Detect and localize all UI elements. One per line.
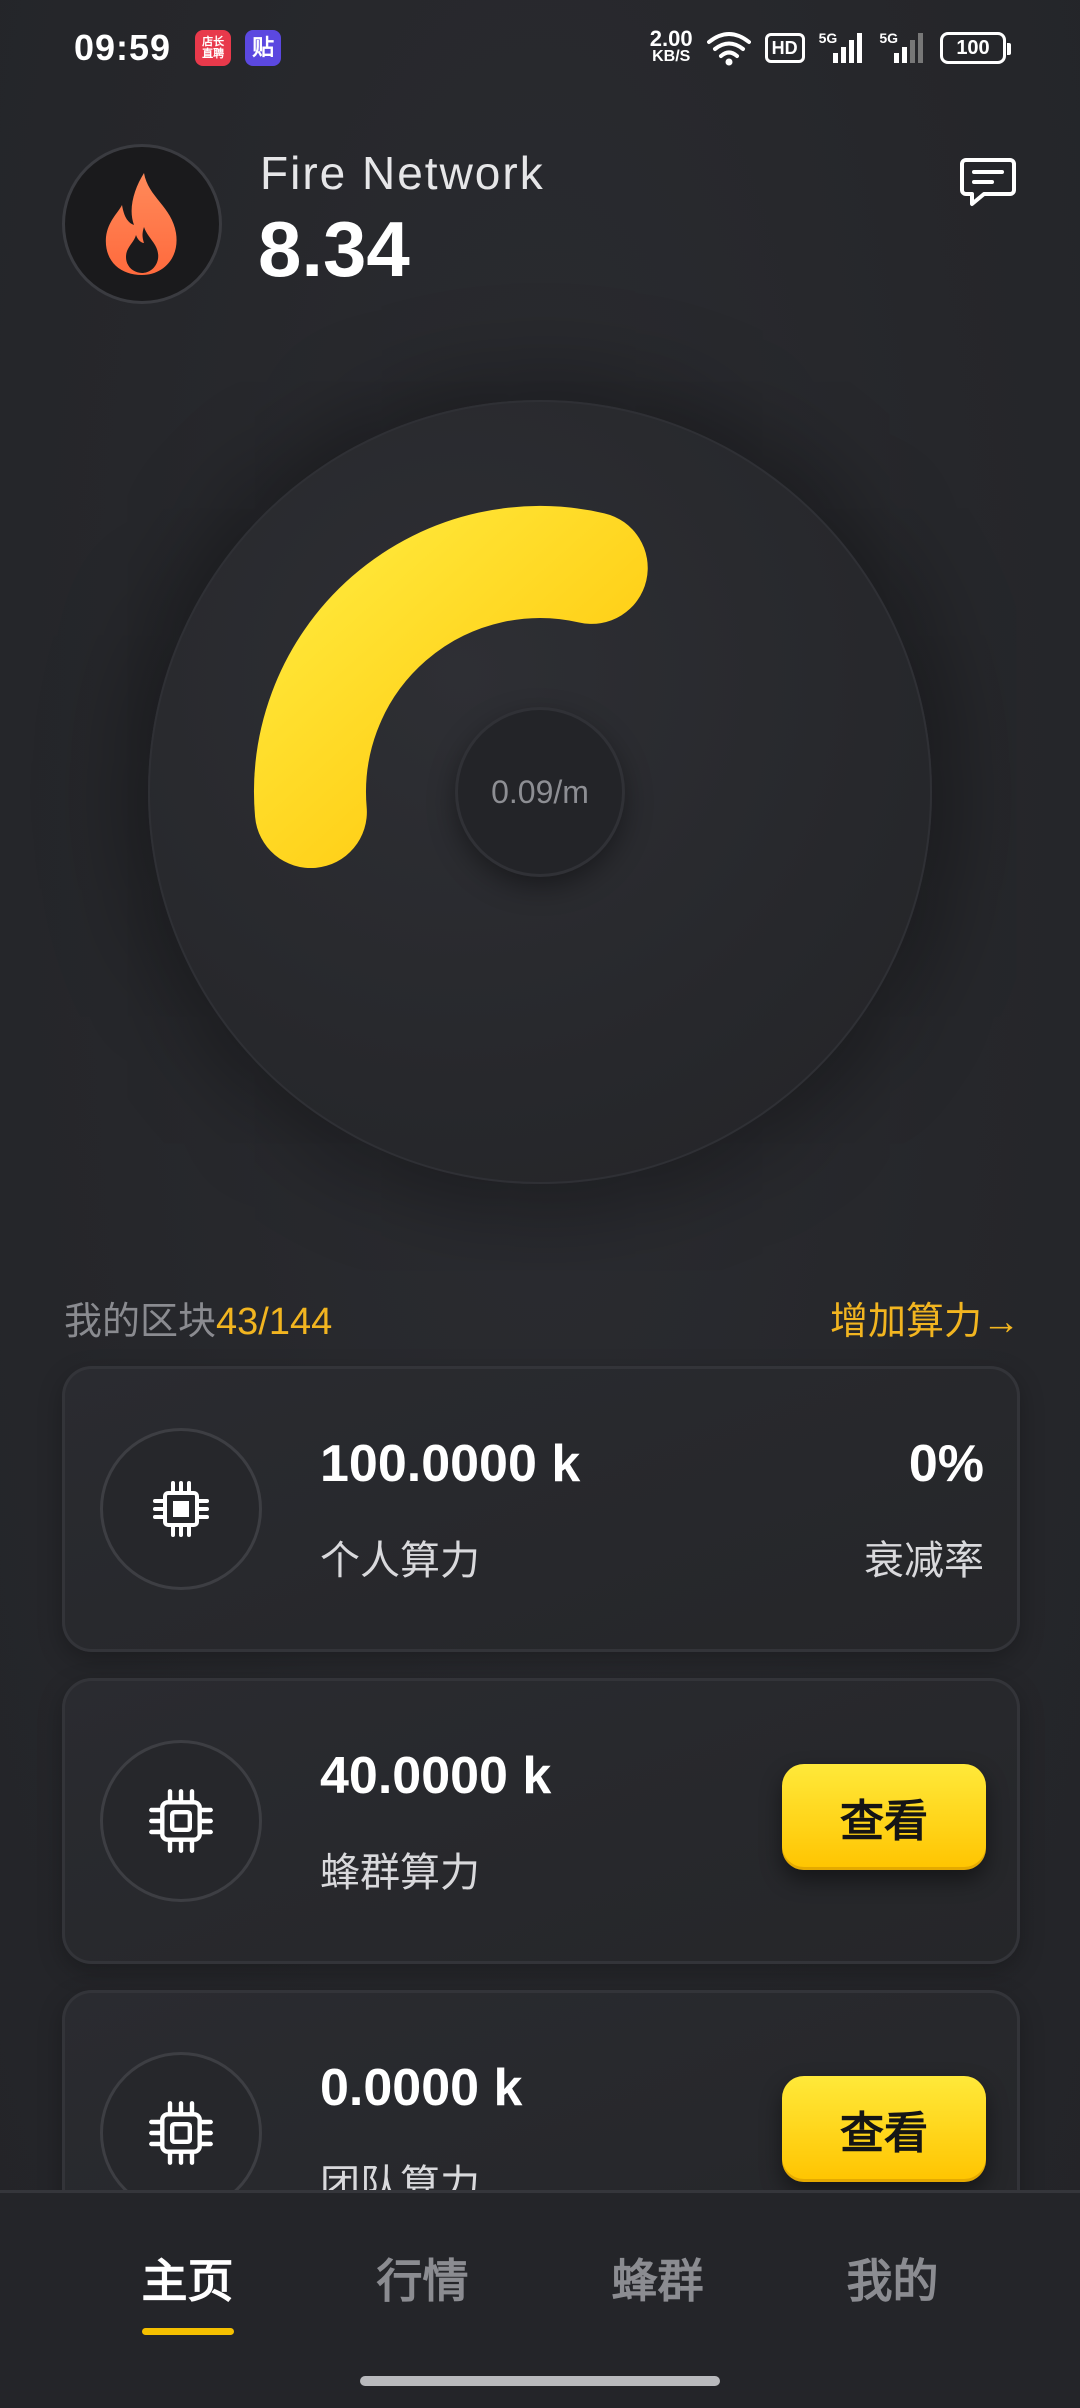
home-indicator[interactable]	[360, 2376, 720, 2386]
net-speed: 2.00 KB/S	[649, 26, 693, 66]
personal-power-value: 100.0000 k	[320, 1435, 581, 1493]
notification-app-icon: 店长 直聘	[195, 30, 232, 66]
signal-label: 5G	[818, 30, 838, 46]
my-blocks: 我的区块43/144	[64, 1290, 332, 1345]
chip-icon	[153, 1481, 209, 1537]
my-blocks-label: 我的区块	[64, 1301, 217, 1343]
signal-icon-2: 5G	[879, 30, 926, 66]
nav-item-mine[interactable]: 我的	[847, 2235, 939, 2321]
decay-rate-value: 0%	[908, 1435, 984, 1493]
swarm-power-card: 40.0000 k 蜂群算力 查看	[62, 1678, 1020, 1964]
wifi-icon	[706, 30, 751, 66]
status-time: 09:59	[74, 27, 172, 68]
flame-icon	[105, 173, 177, 275]
chip-icon	[149, 2101, 213, 2165]
balance-value: 8.34	[258, 205, 410, 293]
hd-voice-badge: HD	[764, 33, 805, 63]
message-button[interactable]	[958, 152, 1018, 212]
team-power-value: 0.0000 k	[320, 2059, 523, 2117]
mining-rate[interactable]: 0.09/m	[458, 710, 622, 874]
chip-icon-container	[100, 1740, 262, 1902]
battery-icon: 100	[940, 32, 1011, 64]
notification-app-label: 店长 直聘	[202, 36, 225, 60]
status-bar: 09:59 店长 直聘 贴 2.00 KB/S HD 5G 5G 100	[0, 0, 1080, 96]
app-logo	[62, 144, 222, 304]
swarm-power-value: 40.0000 k	[320, 1747, 552, 1805]
nav-items: 主页 行情 蜂群 我的	[0, 2193, 1080, 2363]
net-speed-value: 2.00	[649, 26, 693, 51]
view-team-button[interactable]: 查看	[782, 2076, 986, 2182]
net-speed-unit: KB/S	[652, 48, 691, 65]
add-power-link[interactable]: 增加算力→	[830, 1290, 1020, 1345]
chip-icon	[149, 1789, 213, 1853]
mining-rate-value: 0.09/m	[491, 773, 589, 810]
page: 09:59 店长 直聘 贴 2.00 KB/S HD 5G 5G 100 Fir…	[0, 0, 1080, 2408]
blocks-row: 我的区块43/144 增加算力→	[64, 1290, 1020, 1345]
my-blocks-count: 43/144	[216, 1301, 333, 1343]
personal-power-label: 个人算力	[320, 1539, 480, 1583]
personal-power-card: 100.0000 k 个人算力 0% 衰减率	[62, 1366, 1020, 1652]
nav-item-home[interactable]: 主页	[141, 2235, 234, 2335]
view-swarm-button[interactable]: 查看	[782, 1764, 986, 1870]
status-indicators: 2.00 KB/S HD 5G 5G 100	[649, 26, 1011, 66]
nav-item-swarm[interactable]: 蜂群	[612, 2235, 704, 2321]
decay-rate-label: 衰减率	[864, 1539, 984, 1583]
app-name: Fire Network	[260, 147, 545, 199]
signal-label-2: 5G	[879, 30, 898, 46]
nav-item-market[interactable]: 行情	[377, 2235, 469, 2321]
swarm-power-label: 蜂群算力	[320, 1851, 480, 1895]
notification-app-icon-2: 贴	[245, 30, 282, 66]
battery-level: 100	[956, 36, 990, 59]
signal-icon: 5G	[819, 30, 866, 66]
chip-icon-container	[100, 1428, 262, 1590]
message-icon	[960, 158, 1016, 206]
notification-app-label-2: 贴	[252, 35, 275, 60]
